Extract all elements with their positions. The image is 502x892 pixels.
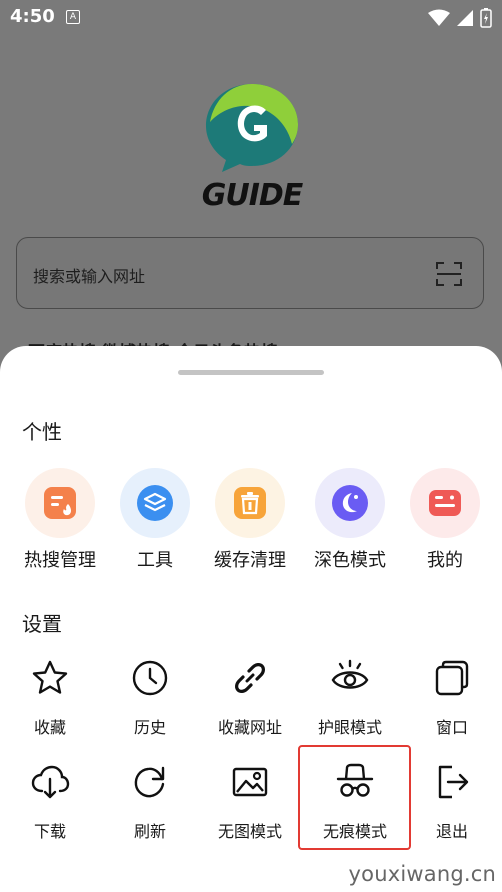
section-personal-title: 个性 [22,420,62,444]
menu-download-label: 下载 [33,822,66,841]
guide-logo-icon [206,84,298,172]
logo-text: GUIDE [201,178,304,213]
menu-exit[interactable]: 退出 [402,762,502,842]
highlight-box [298,745,411,850]
star-icon [32,660,68,694]
menu-history[interactable]: 历史 [100,658,200,738]
refresh-icon [134,766,165,798]
tools-icon [137,485,173,521]
menu-history-label: 历史 [133,718,166,737]
menu-hot-search[interactable]: 热搜管理 [15,468,105,572]
menu-hot-search-label: 热搜管理 [24,550,96,571]
image-icon [232,767,268,797]
menu-download[interactable]: 下载 [0,762,100,842]
exit-icon [438,765,469,799]
browser-logo: GUIDE [200,80,304,213]
notification-icon: A [66,10,80,24]
wifi-icon [428,9,450,26]
scan-icon[interactable] [435,260,463,288]
dark-mode-icon [332,485,368,521]
signal-icon [457,10,473,26]
menu-bookmarked-urls[interactable]: 收藏网址 [200,658,300,738]
menu-favorites-label: 收藏 [33,718,66,737]
link-icon [235,663,265,693]
status-time: 4:50 [10,6,55,27]
menu-mine-label: 我的 [427,550,463,571]
menu-cache-clean[interactable]: 缓存清理 [205,468,295,572]
menu-dark-mode-label: 深色模式 [314,550,386,571]
clock-icon [132,660,168,696]
hot-search-icon [44,487,76,519]
window-icon [435,660,469,696]
menu-no-image-mode[interactable]: 无图模式 [200,762,300,842]
section-settings-title: 设置 [22,612,62,636]
search-bar[interactable]: 搜索或输入网址 [16,237,484,309]
menu-exit-label: 退出 [435,822,468,841]
menu-window[interactable]: 窗口 [402,658,502,738]
eye-icon [331,659,369,689]
status-bar: 4:50 A [0,0,502,34]
trash-icon [234,487,266,519]
menu-favorites[interactable]: 收藏 [0,658,100,738]
battery-icon [480,8,492,28]
menu-dark-mode[interactable]: 深色模式 [305,468,395,572]
watermark: youxiwang.cn [348,862,496,886]
sheet-handle[interactable] [178,370,324,375]
cloud-download-icon [31,765,70,799]
menu-cache-clean-label: 缓存清理 [214,550,286,571]
menu-sheet: 个性 热搜管理 工具 缓存清理 深色模式 我的 设置 收藏 历史 收藏网址 护眼… [0,346,502,892]
menu-tools-label: 工具 [137,550,173,571]
menu-refresh-label: 刷新 [133,822,166,841]
mine-icon [429,490,461,516]
menu-window-label: 窗口 [435,718,468,737]
menu-eye-care[interactable]: 护眼模式 [300,658,400,738]
menu-bookmarked-urls-label: 收藏网址 [217,718,282,737]
menu-no-image-mode-label: 无图模式 [217,822,282,841]
status-icons [428,8,492,28]
menu-tools[interactable]: 工具 [110,468,200,572]
search-placeholder: 搜索或输入网址 [33,267,146,286]
menu-refresh[interactable]: 刷新 [100,762,200,842]
menu-eye-care-label: 护眼模式 [317,718,382,737]
personal-row: 热搜管理 工具 缓存清理 深色模式 我的 [0,468,502,578]
menu-mine[interactable]: 我的 [400,468,490,572]
